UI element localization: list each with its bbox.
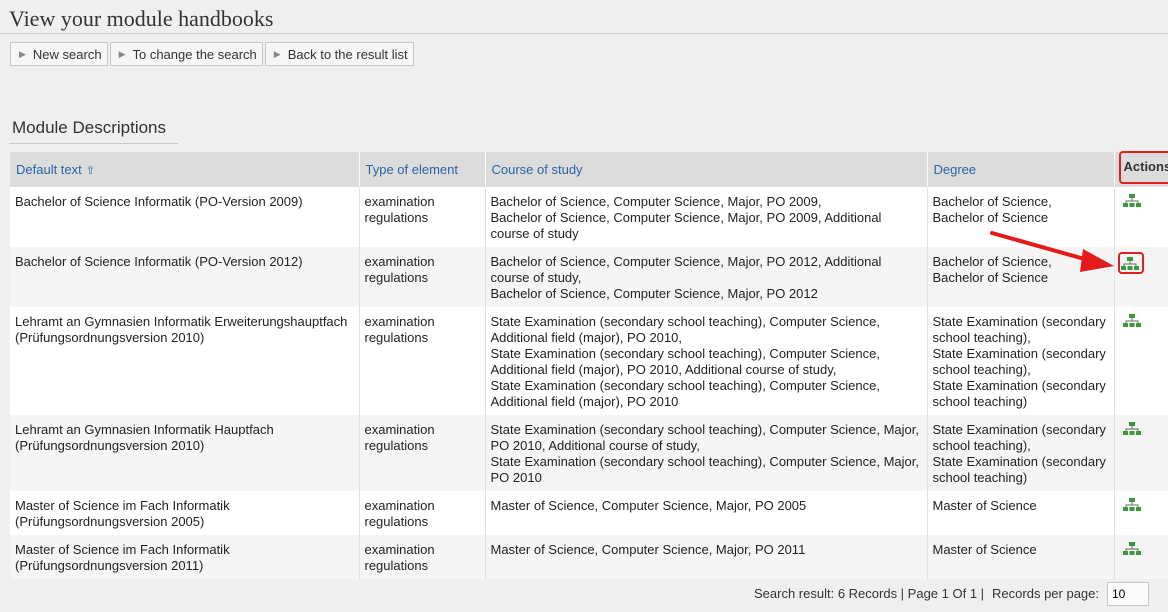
triangle-right-icon: ▶ [19,48,26,59]
cell-actions [1114,247,1168,307]
cell-degree: State Examination (secondary school teac… [927,307,1115,415]
module-descriptions-table: Default text ⇧ Type of element Course of … [10,151,1168,579]
table-row: Lehramt an Gymnasien Informatik Hauptfac… [10,415,1168,491]
cell-default-text: Lehramt an Gymnasien Informatik Hauptfac… [10,415,360,491]
cell-type: examination regulations [359,535,486,579]
cell-course: Master of Science, Computer Science, Maj… [485,535,928,579]
change-search-label: To change the search [132,46,257,62]
cell-default-text: Master of Science im Fach Informatik (Pr… [10,491,360,535]
back-to-results-label: Back to the result list [287,46,408,62]
header-default-text-label: Default text [16,162,82,177]
page-title: View your module handbooks [9,6,274,31]
new-search-label: New search [32,46,102,62]
table-row: Lehramt an Gymnasien Informatik Erweiter… [10,307,1168,415]
header-degree-label: Degree [933,162,977,177]
header-degree[interactable]: Degree [927,152,1115,187]
cell-actions [1114,307,1168,415]
cell-actions [1114,491,1168,535]
section-title: Module Descriptions [12,118,167,137]
structure-tree-icon[interactable] [1122,194,1141,208]
cell-course: State Examination (secondary school teac… [485,415,928,491]
cell-default-text: Master of Science im Fach Informatik (Pr… [10,535,360,579]
cell-default-text: Bachelor of Science Informatik (PO-Versi… [10,187,360,247]
cell-type: examination regulations [359,491,486,535]
actions-highlight-box: Actions [1118,151,1168,184]
header-actions-label: Actions [1123,159,1168,174]
cell-actions [1114,415,1168,491]
cell-type: examination regulations [359,247,486,307]
structure-tree-icon[interactable] [1122,422,1141,436]
cell-actions [1114,187,1168,247]
cell-type: examination regulations [359,187,486,247]
header-course-label: Course of study [491,162,583,177]
cell-course: Bachelor of Science, Computer Science, M… [485,187,928,247]
structure-tree-icon[interactable] [1122,498,1141,512]
cell-degree: Master of Science [927,535,1115,579]
cell-type: examination regulations [359,415,486,491]
header-type-of-element[interactable]: Type of element [359,152,486,187]
cell-actions [1114,535,1168,579]
header-actions: Actions [1114,151,1168,187]
cell-course: Bachelor of Science, Computer Science, M… [485,247,928,307]
search-result-summary: Search result: 6 Records | Page 1 Of 1 | [754,585,985,601]
records-per-page-label: Records per page: [992,585,1099,601]
header-course-of-study[interactable]: Course of study [485,152,928,187]
cell-default-text: Bachelor of Science Informatik (PO-Versi… [10,247,360,307]
triangle-right-icon: ▶ [273,48,281,59]
cell-degree: State Examination (secondary school teac… [927,415,1115,491]
cell-degree: Master of Science [927,491,1115,535]
new-search-button[interactable]: ▶ New search [10,42,108,66]
cell-default-text: Lehramt an Gymnasien Informatik Erweiter… [10,307,360,415]
cell-course: Master of Science, Computer Science, Maj… [485,491,928,535]
title-divider [0,33,1168,34]
header-type-label: Type of element [365,162,459,177]
table-header-row: Default text ⇧ Type of element Course of … [10,151,1168,187]
header-default-text[interactable]: Default text ⇧ [10,152,360,187]
records-per-page-input[interactable] [1107,582,1149,606]
cell-type: examination regulations [359,307,486,415]
cell-course: State Examination (secondary school teac… [485,307,928,415]
sort-ascending-icon: ⇧ [85,165,95,177]
pagination-footer: Search result: 6 Records | Page 1 Of 1 |… [754,580,1149,606]
nav-toolbar: ▶ New search ▶ To change the search ▶ Ba… [10,42,414,66]
table-row: Master of Science im Fach Informatik (Pr… [10,491,1168,535]
change-search-button[interactable]: ▶ To change the search [109,42,263,66]
structure-tree-icon[interactable] [1122,542,1141,556]
table-row: Master of Science im Fach Informatik (Pr… [10,535,1168,579]
structure-tree-icon[interactable] [1122,314,1141,328]
back-to-results-button[interactable]: ▶ Back to the result list [264,42,414,66]
section-divider [9,143,178,144]
structure-tree-icon[interactable] [1117,252,1144,274]
triangle-right-icon: ▶ [118,48,126,59]
red-arrow-annotation [990,231,1114,272]
